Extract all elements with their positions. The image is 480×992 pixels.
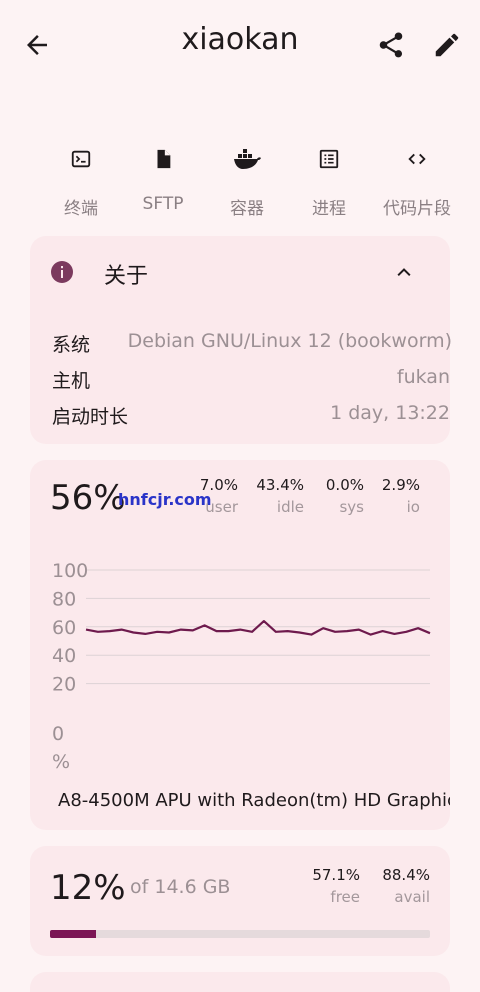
cpu-card: 56% hnfcjr.com 7.0% user 43.4% idle 0.0%…	[30, 460, 450, 830]
y-axis-extra-label: 0	[52, 723, 64, 745]
cpu-stat-io: 2.9% io	[360, 476, 420, 516]
memory-usage-bar	[50, 930, 430, 938]
cpu-stat-user: 7.0% user	[178, 476, 238, 516]
y-axis-extra-label: %	[52, 751, 70, 773]
quick-action-processes[interactable]: 进程	[284, 140, 374, 220]
about-row-value: 1 day, 13:22	[330, 402, 450, 424]
quick-actions: 终端 SFTP 容器 进程 代码片段	[0, 140, 480, 220]
cpu-stat-label: user	[205, 498, 238, 516]
memory-card: 12% of 14.6 GB 57.1% free 88.4% avail	[30, 846, 450, 956]
about-row-key: 系统	[52, 334, 91, 356]
page-title: xiaokan	[181, 22, 299, 57]
quick-action-label: 进程	[312, 199, 346, 219]
cpu-usage-series-line	[85, 619, 431, 636]
y-tick-label: 80	[52, 588, 76, 610]
list-icon	[319, 149, 339, 169]
info-icon	[51, 261, 73, 283]
quick-action-terminal[interactable]: 终端	[36, 140, 126, 220]
memory-usage-percent: 12%	[50, 868, 126, 908]
about-row-uptime: 启动时长 1 day, 13:22	[52, 402, 450, 428]
memory-stat-label: avail	[394, 888, 430, 906]
y-tick-label: 100	[52, 560, 88, 582]
about-row-key: 启动时长	[52, 406, 129, 428]
cpu-usage-percent: 56%	[50, 478, 126, 518]
quick-action-snippets[interactable]: 代码片段	[372, 140, 462, 220]
cpu-stat-value: 0.0%	[325, 476, 364, 494]
cpu-stat-value: 43.4%	[256, 476, 304, 494]
cpu-stat-idle: 43.4% idle	[244, 476, 304, 516]
y-tick-label: 20	[52, 674, 76, 696]
code-icon	[408, 153, 426, 165]
cpu-stat-label: sys	[339, 498, 364, 516]
chevron-up-icon[interactable]	[394, 262, 414, 282]
quick-action-label: 容器	[230, 199, 264, 219]
memory-stat-avail: 88.4% avail	[370, 866, 430, 906]
memory-stat-value: 57.1%	[312, 866, 360, 884]
quick-action-label: SFTP	[142, 194, 184, 214]
quick-action-label: 代码片段	[383, 199, 451, 219]
memory-stat-label: free	[330, 888, 360, 906]
memory-total: of 14.6 GB	[130, 876, 231, 898]
about-card: 关于 系统 Debian GNU/Linux 12 (bookworm) 主机 …	[30, 236, 452, 444]
memory-stat-value: 88.4%	[382, 866, 430, 884]
cpu-stat-value: 2.9%	[381, 476, 420, 494]
cpu-model: A8-4500M APU with Radeon(tm) HD Graphics	[58, 790, 450, 811]
file-icon	[157, 149, 171, 169]
cpu-usage-chart: 100 80 60 40 20 0%	[52, 560, 431, 773]
about-row-value: Debian GNU/Linux 12 (bookworm)	[127, 330, 452, 352]
cpu-stat-label: io	[406, 498, 420, 516]
share-icon[interactable]	[376, 30, 406, 60]
memory-usage-fill	[50, 930, 96, 938]
about-row-value: fukan	[396, 366, 450, 388]
y-tick-label: 40	[52, 645, 76, 667]
quick-action-sftp[interactable]: SFTP	[118, 140, 208, 220]
app-bar: xiaokan	[0, 0, 480, 92]
cpu-stat-value: 7.0%	[199, 476, 238, 494]
cpu-stat-label: idle	[276, 498, 304, 516]
terminal-icon	[71, 150, 91, 168]
about-heading: 关于	[104, 264, 149, 289]
quick-action-label: 终端	[64, 199, 98, 219]
quick-action-containers[interactable]: 容器	[202, 140, 292, 220]
cpu-stat-sys: 0.0% sys	[304, 476, 364, 516]
docker-icon	[234, 149, 261, 169]
about-row-system: 系统 Debian GNU/Linux 12 (bookworm)	[52, 330, 452, 356]
y-tick-label: 60	[52, 617, 76, 639]
next-card	[30, 972, 450, 992]
memory-stat-free: 57.1% free	[300, 866, 360, 906]
edit-icon[interactable]	[432, 30, 462, 60]
about-row-key: 主机	[52, 370, 91, 392]
about-row-host: 主机 fukan	[52, 366, 450, 392]
